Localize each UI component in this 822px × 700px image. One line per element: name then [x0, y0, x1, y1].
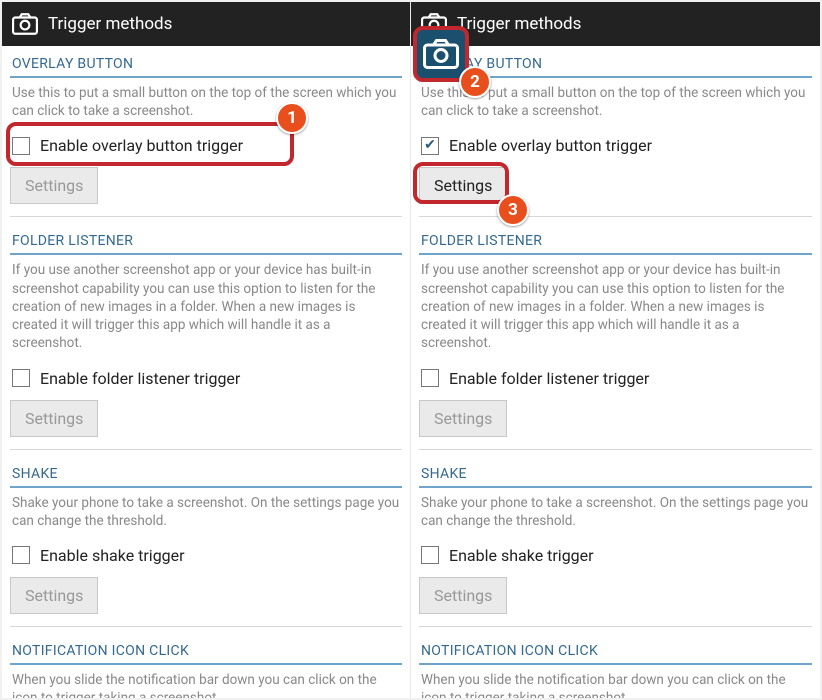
overlay-checkbox-label: Enable overlay button trigger: [449, 136, 652, 155]
shake-checkbox-row[interactable]: Enable shake trigger: [411, 536, 820, 573]
overlay-checkbox-label: Enable overlay button trigger: [40, 136, 243, 155]
divider: [10, 663, 402, 665]
divider: [419, 449, 812, 450]
content-right: OVERLAY BUTTON Use this to put a small b…: [411, 46, 820, 698]
folder-desc: If you use another screenshot app or you…: [2, 261, 410, 358]
divider: [10, 216, 402, 217]
checkbox-icon[interactable]: [12, 369, 30, 387]
section-header-notif: NOTIFICATION ICON CLICK: [411, 633, 820, 663]
overlay-settings-button[interactable]: Settings: [10, 167, 98, 204]
camera-icon: [12, 13, 38, 35]
shake-settings-button[interactable]: Settings: [10, 577, 98, 614]
screen-right: Trigger methods OVERLAY BUTTON Use this …: [411, 2, 820, 698]
overlay-desc: Use this to put a small button on the to…: [2, 84, 410, 126]
folder-settings-button[interactable]: Settings: [419, 400, 507, 437]
divider: [419, 216, 812, 217]
badge-3: 3: [497, 194, 529, 226]
divider: [10, 449, 402, 450]
folder-settings-button[interactable]: Settings: [10, 400, 98, 437]
content-left: OVERLAY BUTTON Use this to put a small b…: [2, 46, 410, 698]
notif-desc: When you slide the notification bar down…: [411, 671, 820, 698]
shake-checkbox-label: Enable shake trigger: [40, 546, 185, 565]
divider: [10, 626, 402, 627]
badge-1: 1: [276, 102, 308, 134]
section-header-folder: FOLDER LISTENER: [411, 223, 820, 253]
checkbox-icon[interactable]: [421, 546, 439, 564]
folder-checkbox-label: Enable folder listener trigger: [449, 369, 649, 388]
page-title: Trigger methods: [457, 14, 581, 34]
section-header-notif: NOTIFICATION ICON CLICK: [2, 633, 410, 663]
divider: [419, 253, 812, 255]
shake-desc: Shake your phone to take a screenshot. O…: [411, 494, 820, 536]
action-bar: Trigger methods: [411, 2, 820, 46]
divider: [419, 663, 812, 665]
page-title: Trigger methods: [48, 14, 172, 34]
screen-left: Trigger methods OVERLAY BUTTON Use this …: [2, 2, 411, 698]
action-bar: Trigger methods: [2, 2, 410, 46]
checkbox-icon[interactable]: [421, 369, 439, 387]
folder-checkbox-row[interactable]: Enable folder listener trigger: [2, 359, 410, 396]
divider: [10, 76, 402, 78]
shake-checkbox-label: Enable shake trigger: [449, 546, 594, 565]
shake-checkbox-row[interactable]: Enable shake trigger: [2, 536, 410, 573]
divider: [10, 253, 402, 255]
badge-2: 2: [459, 66, 491, 98]
folder-checkbox-label: Enable folder listener trigger: [40, 369, 240, 388]
folder-checkbox-row[interactable]: Enable folder listener trigger: [411, 359, 820, 396]
overlay-checkbox-row[interactable]: Enable overlay button trigger: [2, 126, 410, 163]
divider: [419, 486, 812, 488]
section-header-overlay: OVERLAY BUTTON: [2, 46, 410, 76]
divider: [419, 626, 812, 627]
shake-settings-button[interactable]: Settings: [419, 577, 507, 614]
divider: [10, 486, 402, 488]
overlay-settings-button[interactable]: Settings: [419, 167, 507, 204]
shake-desc: Shake your phone to take a screenshot. O…: [2, 494, 410, 536]
checkbox-icon[interactable]: [421, 137, 439, 155]
checkbox-icon[interactable]: [12, 546, 30, 564]
notif-desc: When you slide the notification bar down…: [2, 671, 410, 698]
section-header-folder: FOLDER LISTENER: [2, 223, 410, 253]
checkbox-icon[interactable]: [12, 137, 30, 155]
folder-desc: If you use another screenshot app or you…: [411, 261, 820, 358]
overlay-checkbox-row[interactable]: Enable overlay button trigger: [411, 126, 820, 163]
section-header-shake: SHAKE: [2, 456, 410, 486]
section-header-shake: SHAKE: [411, 456, 820, 486]
